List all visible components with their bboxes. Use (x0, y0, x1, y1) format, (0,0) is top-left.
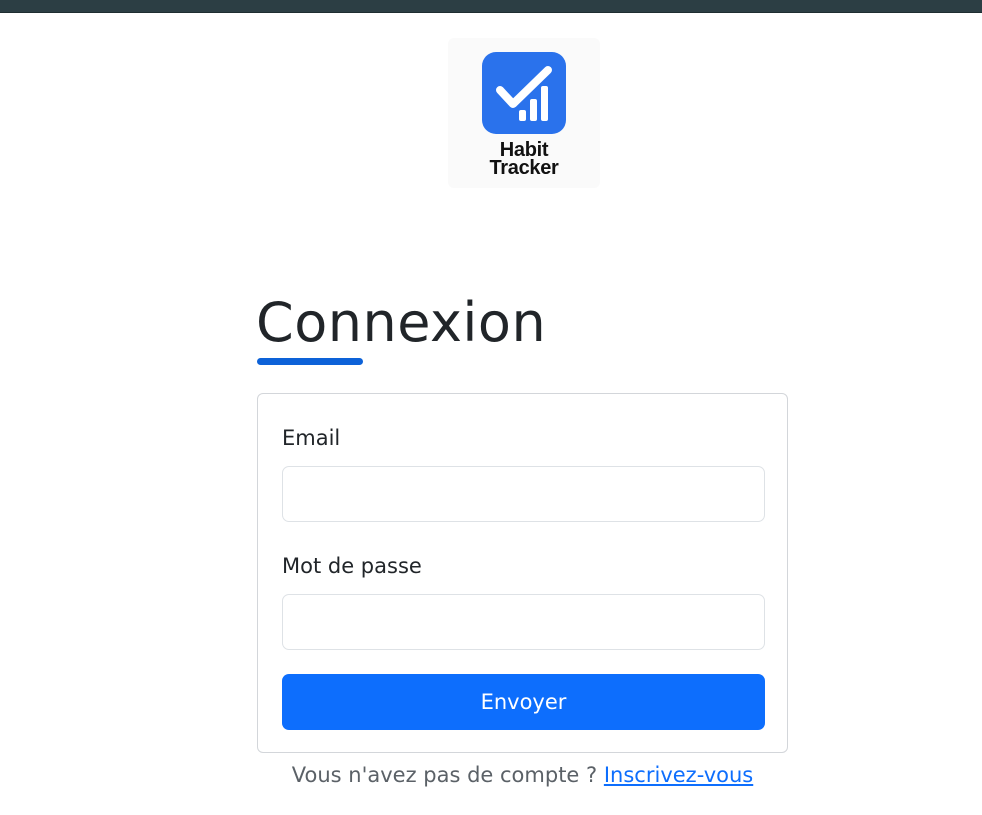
app-logo: Habit Tracker (448, 38, 600, 188)
password-field[interactable] (282, 594, 765, 650)
checkmark-bars-icon (482, 52, 566, 134)
signup-prompt-text: Vous n'avez pas de compte ? (291, 763, 598, 787)
checkmark-bars-svg (496, 66, 552, 121)
top-bar (0, 0, 982, 13)
email-field[interactable] (282, 466, 765, 522)
signup-link[interactable]: Inscrivez-vous (604, 763, 753, 787)
logo-text-line2: Tracker (489, 157, 559, 179)
title-underline (257, 358, 363, 365)
submit-button[interactable]: Envoyer (282, 674, 765, 730)
password-label: Mot de passe (282, 554, 422, 578)
page-title: Connexion (256, 291, 547, 354)
login-form: Email Mot de passe Envoyer (257, 393, 788, 753)
signup-prompt-line: Vous n'avez pas de compte ? Inscrivez-vo… (257, 762, 788, 788)
email-label: Email (282, 426, 341, 450)
